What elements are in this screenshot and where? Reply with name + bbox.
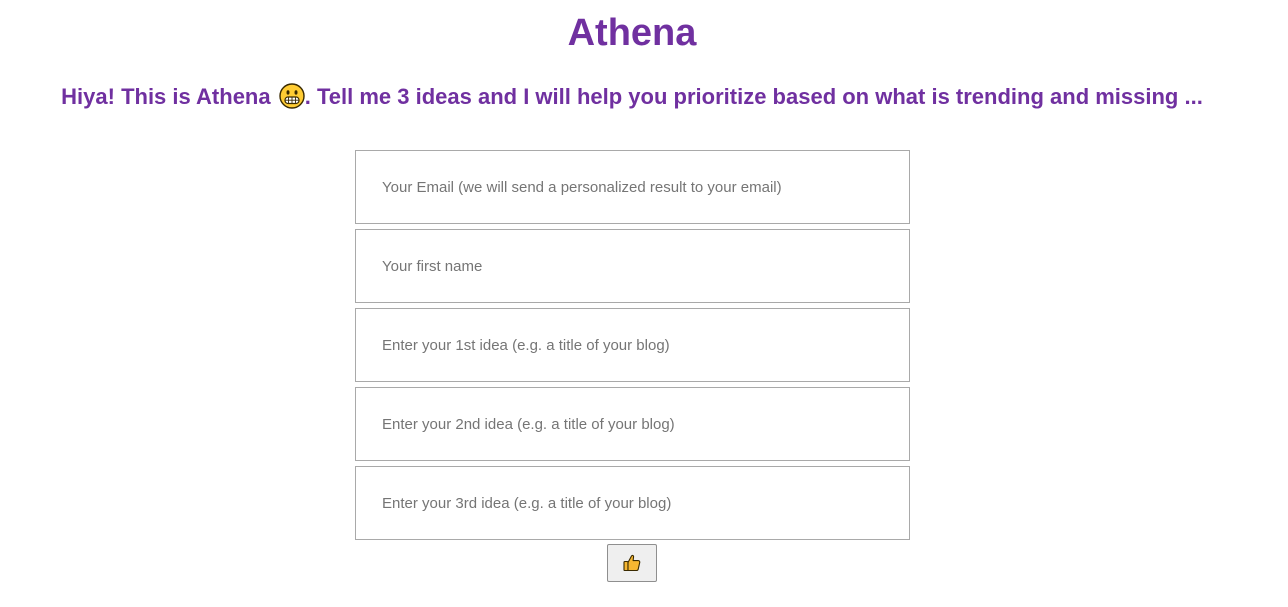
- idea-3-field[interactable]: [355, 466, 910, 540]
- page: Athena Hiya! This is Athena . Tell me 3 …: [0, 0, 1288, 607]
- thumbs-up-icon: [623, 554, 641, 572]
- idea-1-field[interactable]: [355, 308, 910, 382]
- intro-text-start: Hiya! This is Athena: [61, 84, 277, 109]
- intro-text-end: . Tell me 3 ideas and I will help you pr…: [304, 84, 1203, 109]
- grinning-face-icon: [279, 83, 305, 109]
- first-name-field[interactable]: [355, 229, 910, 303]
- page-title: Athena: [567, 12, 697, 54]
- submit-button[interactable]: [607, 544, 657, 582]
- idea-2-field[interactable]: [355, 387, 910, 461]
- intro-text: Hiya! This is Athena . Tell me 3 ideas a…: [0, 83, 1264, 111]
- ideas-form: [355, 150, 910, 545]
- email-field[interactable]: [355, 150, 910, 224]
